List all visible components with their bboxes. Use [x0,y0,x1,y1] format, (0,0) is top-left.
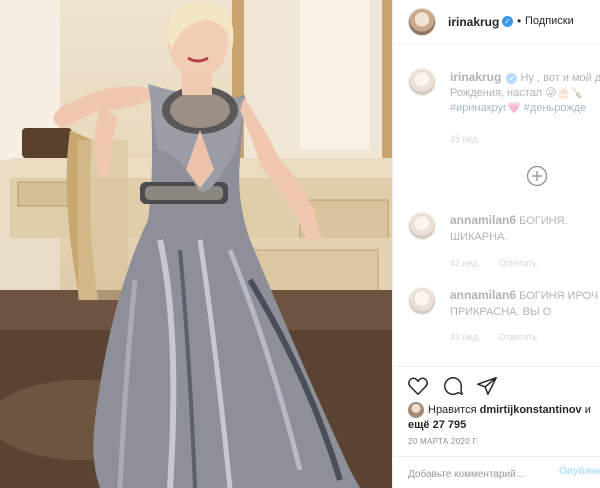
heart-icon[interactable] [407,375,429,397]
comment-time: 42 нед. [450,258,481,268]
verified-badge-icon: ✓ [506,72,518,84]
caption-username[interactable]: irinakrug [450,70,501,84]
reply-button[interactable]: Ответить [499,332,537,342]
following-button[interactable]: Подписки [525,15,574,27]
author-username[interactable]: irinakrug [448,15,499,29]
caption-line-1: Ну , вот и мой д [520,72,600,84]
comment-item: annamilan6 БОГИНЯ. ШИКАРНА. 42 нед. Отве… [408,212,600,272]
share-icon[interactable] [476,375,498,397]
reply-button[interactable]: Ответить [499,258,537,268]
post-header: irinakrug ✓ • Подписки [393,0,600,44]
photo-image [0,0,392,488]
comment-text: annamilan6 БОГИНЯ ИРОЧ ПРИКРАСНА. ВЫ О [450,287,600,320]
header-separator: • [517,14,522,28]
comment-icon[interactable] [442,375,464,397]
caption-time: 45 нед. [450,134,481,144]
commenter-username[interactable]: annamilan6 [450,288,516,302]
likes-summary: Нравится dmirtijkonstantinov и ещё 27 79… [408,402,598,432]
plus-circle-icon[interactable] [526,165,548,187]
caption-hashtags[interactable]: #иринакруг💗 #деньрожде [450,101,600,116]
liker-avatar[interactable] [408,402,424,418]
verified-badge-icon: ✓ [502,16,513,27]
post-actions [393,366,600,406]
publish-button[interactable]: Опубликовать [559,466,600,477]
post-side-panel: irinakrug ✓ • Подписки irinakrug ✓ Ну , … [392,0,600,488]
comment-item: annamilan6 БОГИНЯ ИРОЧ ПРИКРАСНА. ВЫ О 4… [408,287,600,347]
commenter-username[interactable]: annamilan6 [450,213,516,227]
comment-time: 42 нед. [450,332,481,342]
comment-meta: 42 нед. Ответить [450,332,553,342]
post-photo[interactable] [0,0,392,488]
post-date[interactable]: 20 МАРТА 2020 Г. [408,437,479,446]
caption-author-avatar[interactable] [408,68,436,96]
liker-username[interactable]: dmirtijkonstantinov [480,404,582,416]
comment-text: annamilan6 БОГИНЯ. ШИКАРНА. [450,212,600,245]
likes-suffix: и [584,403,591,416]
likes-count[interactable]: ещё 27 795 [408,419,466,431]
add-comment-section: Опубликовать [393,456,600,488]
caption-line-2: Рождения, настал 😜🎂🍾 [450,87,585,99]
commenter-avatar[interactable] [408,287,436,315]
comment-input[interactable] [408,465,548,483]
likes-prefix: Нравится [428,403,477,416]
comment-meta: 42 нед. Ответить [450,258,553,268]
author-avatar[interactable] [408,8,436,36]
commenter-avatar[interactable] [408,212,436,240]
caption-text: irinakrug ✓ Ну , вот и мой д Рождения, н… [450,70,600,116]
